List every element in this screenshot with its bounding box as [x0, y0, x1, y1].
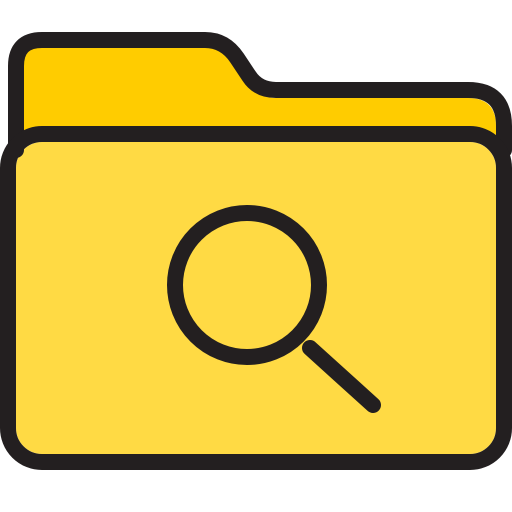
folder-search-svg: [0, 32, 512, 470]
folder-search-icon: [0, 0, 512, 512]
folder-body: [16, 142, 496, 454]
